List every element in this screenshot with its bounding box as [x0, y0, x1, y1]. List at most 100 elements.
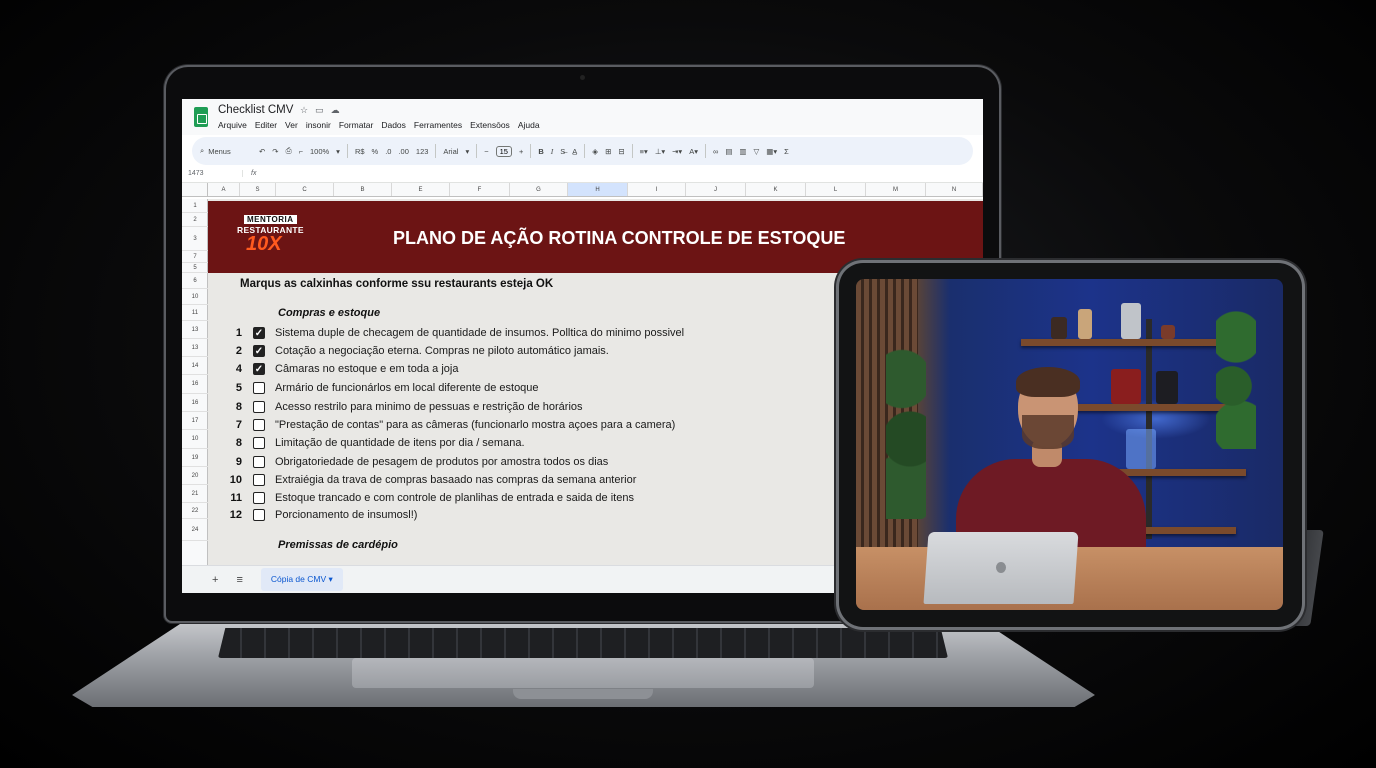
percent-button[interactable]: % — [372, 147, 379, 156]
add-sheet-button[interactable]: + — [212, 574, 218, 586]
paint-format-icon[interactable]: ⌐ — [299, 147, 303, 156]
row-header[interactable]: 21 — [182, 485, 208, 503]
checkbox-checked[interactable]: ✓ — [253, 345, 265, 357]
column-header[interactable]: L — [806, 183, 866, 196]
row-header[interactable]: 5 — [182, 263, 208, 273]
column-header[interactable]: M — [866, 183, 926, 196]
column-header[interactable]: I — [628, 183, 686, 196]
row-header[interactable]: 16 — [182, 394, 208, 412]
font-size-decrease-icon[interactable]: − — [484, 147, 488, 156]
increase-decimal-button[interactable]: .00 — [398, 147, 408, 156]
font-select[interactable]: Arial — [443, 147, 458, 156]
row-header[interactable]: 17 — [182, 412, 208, 430]
column-header[interactable]: N — [926, 183, 983, 196]
font-size-input[interactable]: 15 — [495, 145, 512, 157]
functions-icon[interactable]: Σ — [784, 147, 789, 156]
row-header[interactable]: 13 — [182, 321, 208, 339]
text-wrap-icon[interactable]: ⇥▾ — [672, 147, 682, 156]
checkbox-unchecked[interactable] — [253, 474, 265, 486]
chevron-down-icon[interactable]: ▾ — [336, 147, 340, 156]
name-box[interactable]: 1473 — [182, 170, 242, 177]
row-header[interactable]: 3 — [182, 227, 208, 251]
row-header[interactable]: 19 — [182, 449, 208, 467]
fill-color-icon[interactable]: ◈ — [592, 147, 598, 156]
row-header[interactable]: 1 — [182, 199, 208, 213]
checkbox-unchecked[interactable] — [253, 456, 265, 468]
checkbox-unchecked[interactable] — [253, 437, 265, 449]
row-header[interactable]: 24 — [182, 519, 208, 541]
row-header[interactable]: 2 — [182, 213, 208, 227]
checkbox-checked[interactable]: ✓ — [253, 327, 265, 339]
column-header[interactable]: G — [510, 183, 568, 196]
chevron-down-icon[interactable]: ▾ — [465, 147, 469, 156]
document-title[interactable]: Checklist CMV — [218, 104, 293, 116]
menu-view[interactable]: Ver — [285, 120, 298, 130]
filter-icon[interactable]: ▽ — [754, 147, 760, 156]
vertical-align-icon[interactable]: ⊥▾ — [655, 147, 665, 156]
all-sheets-button[interactable]: ≡ — [236, 574, 242, 586]
insert-comment-icon[interactable]: ▤ — [725, 147, 732, 156]
column-header[interactable]: E — [392, 183, 450, 196]
checkbox-unchecked[interactable] — [253, 419, 265, 431]
menu-help[interactable]: Ajuda — [518, 120, 540, 130]
checkbox-unchecked[interactable] — [253, 509, 265, 521]
star-icon[interactable]: ☆ — [300, 105, 308, 116]
menu-file[interactable]: Arquive — [218, 120, 247, 130]
column-header[interactable]: C — [276, 183, 334, 196]
row-header[interactable]: 14 — [182, 357, 208, 375]
menu-format[interactable]: Formatar — [339, 120, 373, 130]
column-header[interactable]: S — [240, 183, 276, 196]
insert-chart-icon[interactable]: ▥ — [739, 147, 746, 156]
checkbox-unchecked[interactable] — [253, 492, 265, 504]
folder-icon[interactable]: ▭ — [315, 105, 324, 116]
italic-button[interactable]: I — [551, 147, 554, 156]
redo-icon[interactable]: ↷ — [272, 147, 278, 156]
menu-extensions[interactable]: Extensōos — [470, 120, 510, 130]
fx-icon: fx — [242, 170, 256, 177]
row-header[interactable]: 6 — [182, 273, 208, 289]
menu-insert[interactable]: insonir — [306, 120, 331, 130]
decrease-decimal-button[interactable]: .0 — [385, 147, 391, 156]
column-header[interactable]: J — [686, 183, 746, 196]
menu-tools[interactable]: Ferramentes — [414, 120, 462, 130]
merge-cells-icon[interactable]: ⊟ — [618, 147, 624, 156]
zoom-select[interactable]: 100% — [310, 147, 329, 156]
row-header[interactable]: 7 — [182, 251, 208, 263]
cloud-icon[interactable]: ☁ — [331, 105, 340, 116]
column-header[interactable]: F — [450, 183, 510, 196]
menu-data[interactable]: Dados — [381, 120, 406, 130]
text-color-icon[interactable]: A̲ — [572, 147, 577, 156]
row-header[interactable]: 11 — [182, 305, 208, 321]
number-format-button[interactable]: 123 — [416, 147, 429, 156]
column-header-selected[interactable]: H — [568, 183, 628, 196]
menu-edit[interactable]: Editer — [255, 120, 277, 130]
bold-button[interactable]: B — [538, 147, 543, 156]
strikethrough-icon[interactable]: S̶ — [560, 147, 565, 156]
chevron-down-icon[interactable]: ▾ — [329, 574, 333, 584]
row-header[interactable]: 10 — [182, 430, 208, 449]
row-header[interactable]: 20 — [182, 467, 208, 485]
google-sheets-logo-icon[interactable] — [194, 107, 208, 127]
currency-button[interactable]: R$ — [355, 147, 365, 156]
column-header[interactable]: A — [208, 183, 240, 196]
filter-views-icon[interactable]: ▦▾ — [766, 147, 777, 156]
horizontal-align-icon[interactable]: ≡▾ — [640, 147, 648, 156]
row-header[interactable]: 10 — [182, 289, 208, 305]
row-header[interactable]: 16 — [182, 375, 208, 394]
print-icon[interactable]: ⎙ — [286, 146, 292, 156]
checkbox-checked[interactable]: ✓ — [253, 363, 265, 375]
column-header[interactable]: B — [334, 183, 392, 196]
undo-icon[interactable]: ↶ — [259, 147, 265, 156]
font-size-increase-icon[interactable]: + — [519, 147, 523, 156]
sheet-tab-copia-cmv[interactable]: Cópia de CMV ▾ — [260, 568, 343, 591]
row-header[interactable]: 13 — [182, 339, 208, 357]
select-all-corner[interactable] — [182, 183, 208, 196]
checkbox-unchecked[interactable] — [253, 382, 265, 394]
insert-link-icon[interactable]: ∞ — [713, 147, 718, 156]
search-menus-box[interactable]: ⌕ Menus — [200, 146, 252, 156]
checkbox-unchecked[interactable] — [253, 401, 265, 413]
text-rotation-icon[interactable]: A▾ — [689, 147, 698, 156]
borders-icon[interactable]: ⊞ — [605, 147, 611, 156]
column-header[interactable]: K — [746, 183, 806, 196]
row-header[interactable]: 22 — [182, 503, 208, 519]
